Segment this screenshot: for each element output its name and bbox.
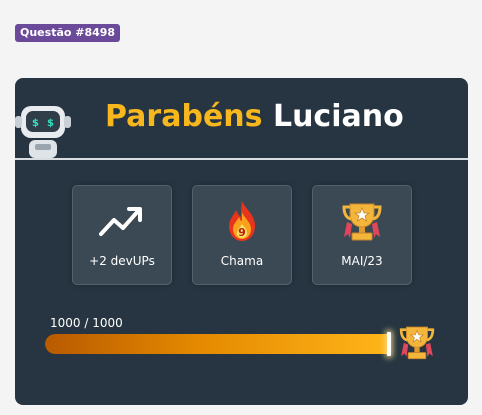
progress-bar (45, 334, 390, 354)
reward-tile-devups: +2 devUPs (72, 185, 172, 285)
title-greeting: Parabéns (105, 99, 263, 134)
progress-label: 1000 / 1000 (50, 316, 123, 330)
reward-label-flame: Chama (220, 254, 264, 268)
flame-icon: 9 (229, 201, 255, 241)
reward-label-devups: +2 devUPs (89, 254, 155, 268)
trending-up-icon (99, 207, 142, 236)
progress-end-marker (387, 332, 391, 356)
question-badge: Questão #8498 (15, 24, 121, 42)
trophy-icon (399, 326, 435, 360)
reward-tile-trophy: MAI/23 (312, 185, 412, 285)
title-name: Luciano (272, 99, 404, 134)
progress-fill (45, 334, 390, 354)
card-header: $ $ Parabéns Luciano (15, 78, 468, 160)
flame-count: 9 (238, 226, 246, 239)
svg-text:$: $ (47, 118, 54, 129)
reward-tile-flame: 9 Chama (192, 185, 292, 285)
congrats-card: $ $ Parabéns Luciano +2 devUPs 9 Chama M… (15, 78, 468, 405)
page-title: Parabéns Luciano (105, 99, 404, 134)
svg-text:$: $ (32, 118, 39, 129)
trophy-icon (342, 203, 382, 241)
robot-mascot-icon: $ $ (15, 106, 71, 158)
reward-label-trophy: MAI/23 (341, 254, 383, 268)
